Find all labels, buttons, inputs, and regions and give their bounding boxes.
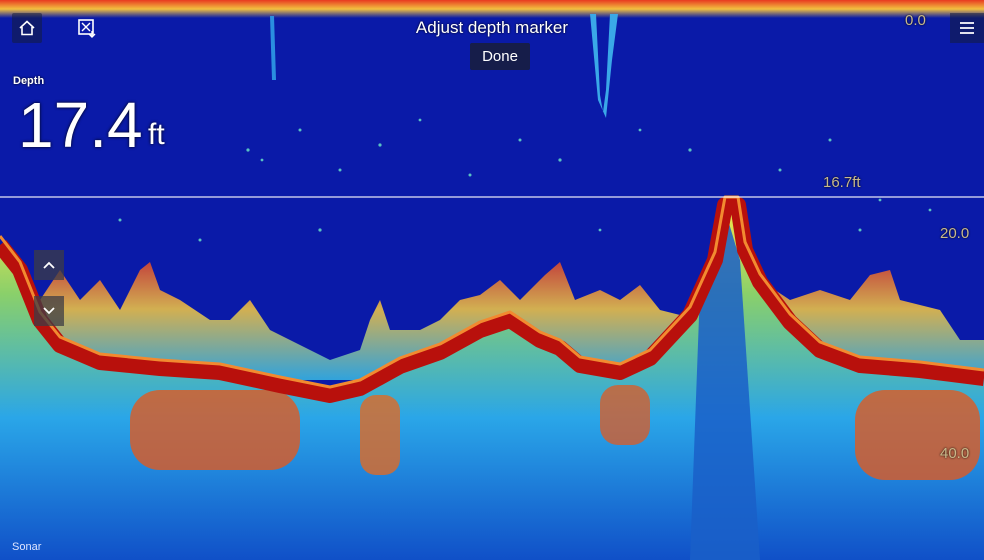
chevron-up-icon	[43, 261, 55, 269]
marker-down-button[interactable]	[34, 296, 64, 326]
done-button[interactable]: Done	[470, 43, 530, 70]
menu-button[interactable]	[950, 13, 984, 43]
page-title: Adjust depth marker	[415, 18, 569, 37]
depth-value: 17.4	[18, 89, 143, 161]
scale-label-top: 0.0	[905, 12, 926, 29]
sonar-screen: Adjust depth marker Done 0.0 Depth 17.4 …	[0, 0, 984, 560]
scale-label-mid: 20.0	[940, 225, 970, 242]
marker-up-button[interactable]	[34, 250, 64, 280]
depth-marker-label: 16.7ft	[823, 174, 861, 191]
chevron-down-icon	[43, 307, 55, 315]
scale-label-low: 40.0	[940, 445, 970, 462]
mode-label: Sonar	[12, 541, 42, 553]
sonar-display	[0, 0, 984, 560]
depth-unit: ft	[148, 118, 165, 151]
depth-label: Depth	[13, 75, 45, 87]
menu-icon	[960, 22, 974, 34]
